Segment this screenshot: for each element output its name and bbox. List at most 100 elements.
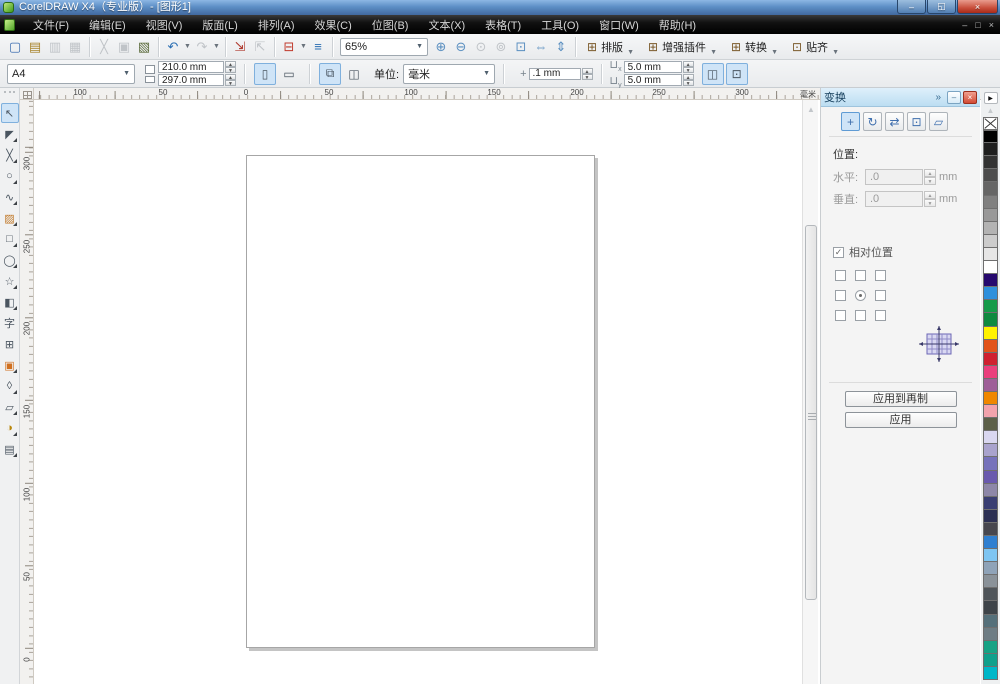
apply-to-duplicate-button[interactable]: 应用到再制 — [845, 391, 957, 407]
zoom-in-icon[interactable]: ⊕ — [431, 37, 451, 57]
anchor-center-radio[interactable] — [855, 290, 866, 301]
crop-tool[interactable]: ╳ — [1, 145, 19, 165]
color-swatch[interactable] — [983, 575, 998, 588]
color-swatch[interactable] — [983, 156, 998, 169]
page-width-field[interactable]: 210.0 mm — [158, 61, 224, 73]
color-swatch[interactable] — [983, 562, 998, 575]
color-swatch[interactable] — [983, 536, 998, 549]
anchor-checkbox-7[interactable] — [855, 310, 866, 321]
anchor-checkbox-2[interactable] — [875, 270, 886, 281]
doc-close-button[interactable]: × — [989, 20, 994, 30]
menu-item-6[interactable]: 位图(B) — [362, 15, 419, 35]
palette-scroll-up-icon[interactable]: ▲ — [984, 105, 998, 116]
vertical-field[interactable]: .0 — [865, 191, 923, 207]
ellipse-tool[interactable]: ◯ — [1, 250, 19, 270]
menu-item-3[interactable]: 版面(L) — [192, 15, 247, 35]
toolbox-grip[interactable] — [4, 91, 15, 99]
color-swatch[interactable] — [983, 143, 998, 156]
color-swatch[interactable] — [983, 457, 998, 470]
anchor-checkbox-5[interactable] — [875, 290, 886, 301]
scrollbar-thumb[interactable] — [805, 225, 817, 600]
snap-button[interactable]: ⊡贴齐▼ — [785, 36, 846, 58]
color-swatch[interactable] — [983, 169, 998, 182]
anchor-checkbox-3[interactable] — [835, 290, 846, 301]
smart-fill-tool[interactable]: ▨ — [1, 208, 19, 228]
paper-size-combo[interactable]: A4 ▼ — [7, 64, 135, 84]
anchor-checkbox-1[interactable] — [855, 270, 866, 281]
restore-button[interactable]: ◱ — [927, 0, 956, 14]
welcome-screen-icon[interactable]: ≡ — [308, 37, 328, 57]
color-swatch[interactable] — [983, 497, 998, 510]
units-combo[interactable]: 毫米 ▼ — [403, 64, 495, 84]
undo-icon[interactable]: ↶ — [163, 37, 183, 57]
horizontal-stepper[interactable]: ▲▼ — [924, 169, 936, 185]
color-swatch[interactable] — [983, 196, 998, 209]
anchor-checkbox-6[interactable] — [835, 310, 846, 321]
vertical-ruler[interactable]: 300250200150100500 — [20, 100, 34, 684]
color-swatch[interactable] — [983, 353, 998, 366]
menu-item-8[interactable]: 表格(T) — [475, 15, 531, 35]
scroll-up-icon[interactable]: ▲ — [803, 102, 819, 116]
basic-shapes-tool[interactable]: ◧ — [1, 292, 19, 312]
polygon-tool[interactable]: ☆ — [1, 271, 19, 291]
color-swatch[interactable] — [983, 313, 998, 326]
color-swatch[interactable] — [983, 340, 998, 353]
import-icon[interactable]: ⇲ — [230, 37, 250, 57]
vertical-stepper[interactable]: ▲▼ — [924, 191, 936, 207]
color-swatch[interactable] — [983, 588, 998, 601]
color-swatch[interactable] — [983, 182, 998, 195]
drawing-page[interactable] — [246, 155, 595, 648]
open-icon[interactable]: ▤ — [25, 37, 45, 57]
shape-tool[interactable]: ◤ — [1, 124, 19, 144]
drawing-canvas[interactable] — [34, 100, 802, 684]
duplicate-y-field[interactable]: 5.0 mm — [624, 74, 682, 86]
color-swatch[interactable] — [983, 248, 998, 261]
transform-skew-tool-icon[interactable]: ▱ — [929, 112, 948, 131]
horizontal-field[interactable]: .0 — [865, 169, 923, 185]
no-color-swatch[interactable] — [983, 117, 998, 130]
menu-item-9[interactable]: 工具(O) — [531, 15, 589, 35]
page-width-stepper[interactable]: ▲▼ — [225, 61, 236, 73]
color-swatch[interactable] — [983, 667, 998, 680]
interactive-fill-tool[interactable]: ▤ — [1, 439, 19, 459]
transform-position-tool-icon[interactable]: + — [841, 112, 860, 131]
chevron-down-icon[interactable]: ▼ — [299, 37, 308, 57]
color-swatch[interactable] — [983, 327, 998, 340]
zoom-out-icon[interactable]: ⊖ — [451, 37, 471, 57]
relative-position-checkbox[interactable]: ✓ — [833, 247, 844, 258]
color-swatch[interactable] — [983, 484, 998, 497]
new-document-icon[interactable]: ▢ — [5, 37, 25, 57]
zoom-page-width-icon[interactable]: ⇔ — [531, 37, 551, 57]
duplicate-x-field[interactable]: 5.0 mm — [624, 61, 682, 73]
page-height-field[interactable]: 297.0 mm — [158, 74, 224, 86]
vertical-scrollbar[interactable]: ▲ — [802, 100, 818, 684]
color-swatch[interactable] — [983, 628, 998, 641]
close-button[interactable]: × — [957, 0, 998, 14]
doc-minimize-button[interactable]: – — [962, 20, 967, 30]
transform-size-tool-icon[interactable]: ⊡ — [907, 112, 926, 131]
color-swatch[interactable] — [983, 130, 998, 143]
color-swatch[interactable] — [983, 601, 998, 614]
outline-tool[interactable]: ▱ — [1, 397, 19, 417]
color-swatch[interactable] — [983, 654, 998, 667]
portrait-button[interactable]: ▯ — [254, 63, 276, 85]
color-swatch[interactable] — [983, 405, 998, 418]
transform-mirror-tool-icon[interactable]: ⇄ — [885, 112, 904, 131]
page-height-stepper[interactable]: ▲▼ — [225, 74, 236, 86]
minimize-button[interactable]: – — [897, 0, 926, 14]
rectangle-tool[interactable]: □ — [1, 229, 19, 249]
color-swatch[interactable] — [983, 379, 998, 392]
docker-collapse-icon[interactable]: » — [935, 92, 941, 103]
menu-item-5[interactable]: 效果(C) — [305, 15, 362, 35]
menu-item-4[interactable]: 排列(A) — [248, 15, 305, 35]
anchor-checkbox-8[interactable] — [875, 310, 886, 321]
duplicate-mode-button[interactable]: ◫ — [702, 63, 724, 85]
menu-item-11[interactable]: 帮助(H) — [649, 15, 706, 35]
nudge-offset-field[interactable]: .1 mm — [529, 68, 581, 80]
zoom-page-icon[interactable]: ⊡ — [511, 37, 531, 57]
paste-icon[interactable]: ▧ — [134, 37, 154, 57]
color-swatch[interactable] — [983, 235, 998, 248]
menu-item-1[interactable]: 编辑(E) — [79, 15, 136, 35]
color-swatch[interactable] — [983, 261, 998, 274]
color-swatch[interactable] — [983, 222, 998, 235]
